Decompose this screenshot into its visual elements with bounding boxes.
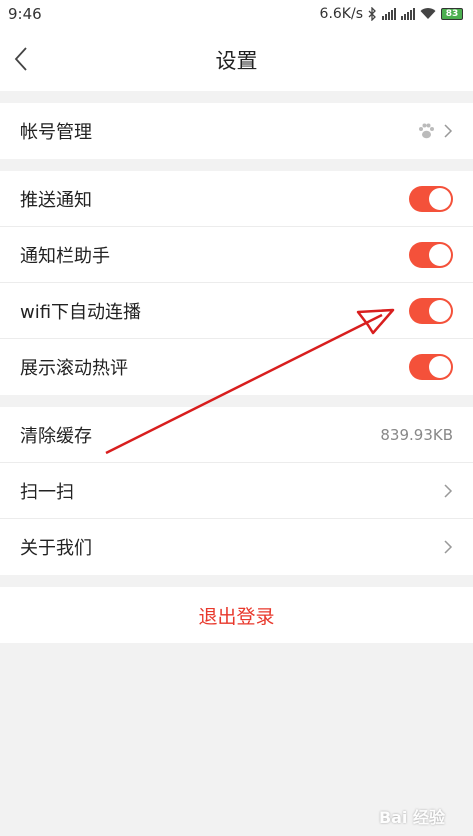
scrolling-hot-comments-toggle[interactable] xyxy=(409,354,453,380)
wifi-icon xyxy=(420,8,436,19)
about-us-label: 关于我们 xyxy=(20,538,92,559)
scan-row[interactable]: 扫一扫 xyxy=(0,463,473,519)
account-label: 帐号管理 xyxy=(20,122,92,143)
wifi-autoplay-toggle[interactable] xyxy=(409,297,453,324)
notification-bar-helper-label: 通知栏助手 xyxy=(20,245,110,267)
toggle-knob xyxy=(429,299,451,322)
watermark: Bai 经验 xyxy=(378,808,445,827)
chevron-right-icon xyxy=(444,124,453,138)
signal-icon xyxy=(382,8,396,20)
cache-size: 839.93KB xyxy=(380,425,453,444)
navigation-bar: 设置 xyxy=(0,28,473,91)
about-us-row[interactable]: 关于我们 xyxy=(0,519,473,575)
signal-icon xyxy=(401,8,415,20)
clear-cache-row[interactable]: 清除缓存 839.93KB xyxy=(0,407,473,463)
chevron-right-icon xyxy=(444,540,453,554)
toggle-knob xyxy=(429,356,451,378)
toggle-knob xyxy=(429,187,451,210)
back-button[interactable] xyxy=(14,44,44,74)
battery-icon: 83 xyxy=(441,8,463,20)
network-speed: 6.6K/s xyxy=(319,6,363,22)
notification-bar-helper-toggle[interactable] xyxy=(409,241,453,268)
push-notification-toggle[interactable] xyxy=(409,185,453,212)
scan-label: 扫一扫 xyxy=(20,481,74,503)
wifi-autoplay-label: wifi下自动连播 xyxy=(20,301,142,323)
baidu-paw-icon xyxy=(419,123,434,139)
status-time: 9:46 xyxy=(8,5,42,23)
scrolling-hot-comments-label: 展示滚动热评 xyxy=(20,358,128,379)
account-management-row[interactable]: 帐号管理 xyxy=(0,103,473,159)
chevron-left-icon xyxy=(14,47,27,71)
status-bar: 9:46 6.6K/s 83 xyxy=(0,0,473,28)
chevron-right-icon xyxy=(444,483,453,498)
status-icons: 6.6K/s 83 xyxy=(320,6,463,22)
clear-cache-label: 清除缓存 xyxy=(20,425,92,447)
logout-button[interactable]: 退出登录 xyxy=(198,602,274,629)
account-group: 帐号管理 xyxy=(0,103,473,159)
scrolling-hot-comments-row: 展示滚动热评 xyxy=(0,339,473,395)
account-right xyxy=(417,122,453,140)
page-title: 设置 xyxy=(215,48,258,73)
notification-bar-helper-row: 通知栏助手 xyxy=(0,227,473,283)
wifi-autoplay-row: wifi下自动连播 xyxy=(0,283,473,339)
misc-group: 清除缓存 839.93KB 扫一扫 关于我们 xyxy=(0,407,473,575)
toggle-knob xyxy=(429,243,451,266)
push-notification-row: 推送通知 xyxy=(0,171,473,227)
toggle-group: 推送通知 通知栏助手 wifi下自动连播 展示滚动热评 xyxy=(0,171,473,395)
bluetooth-icon xyxy=(368,7,376,21)
logout-row[interactable]: 退出登录 xyxy=(0,587,473,643)
push-notification-label: 推送通知 xyxy=(20,189,92,211)
